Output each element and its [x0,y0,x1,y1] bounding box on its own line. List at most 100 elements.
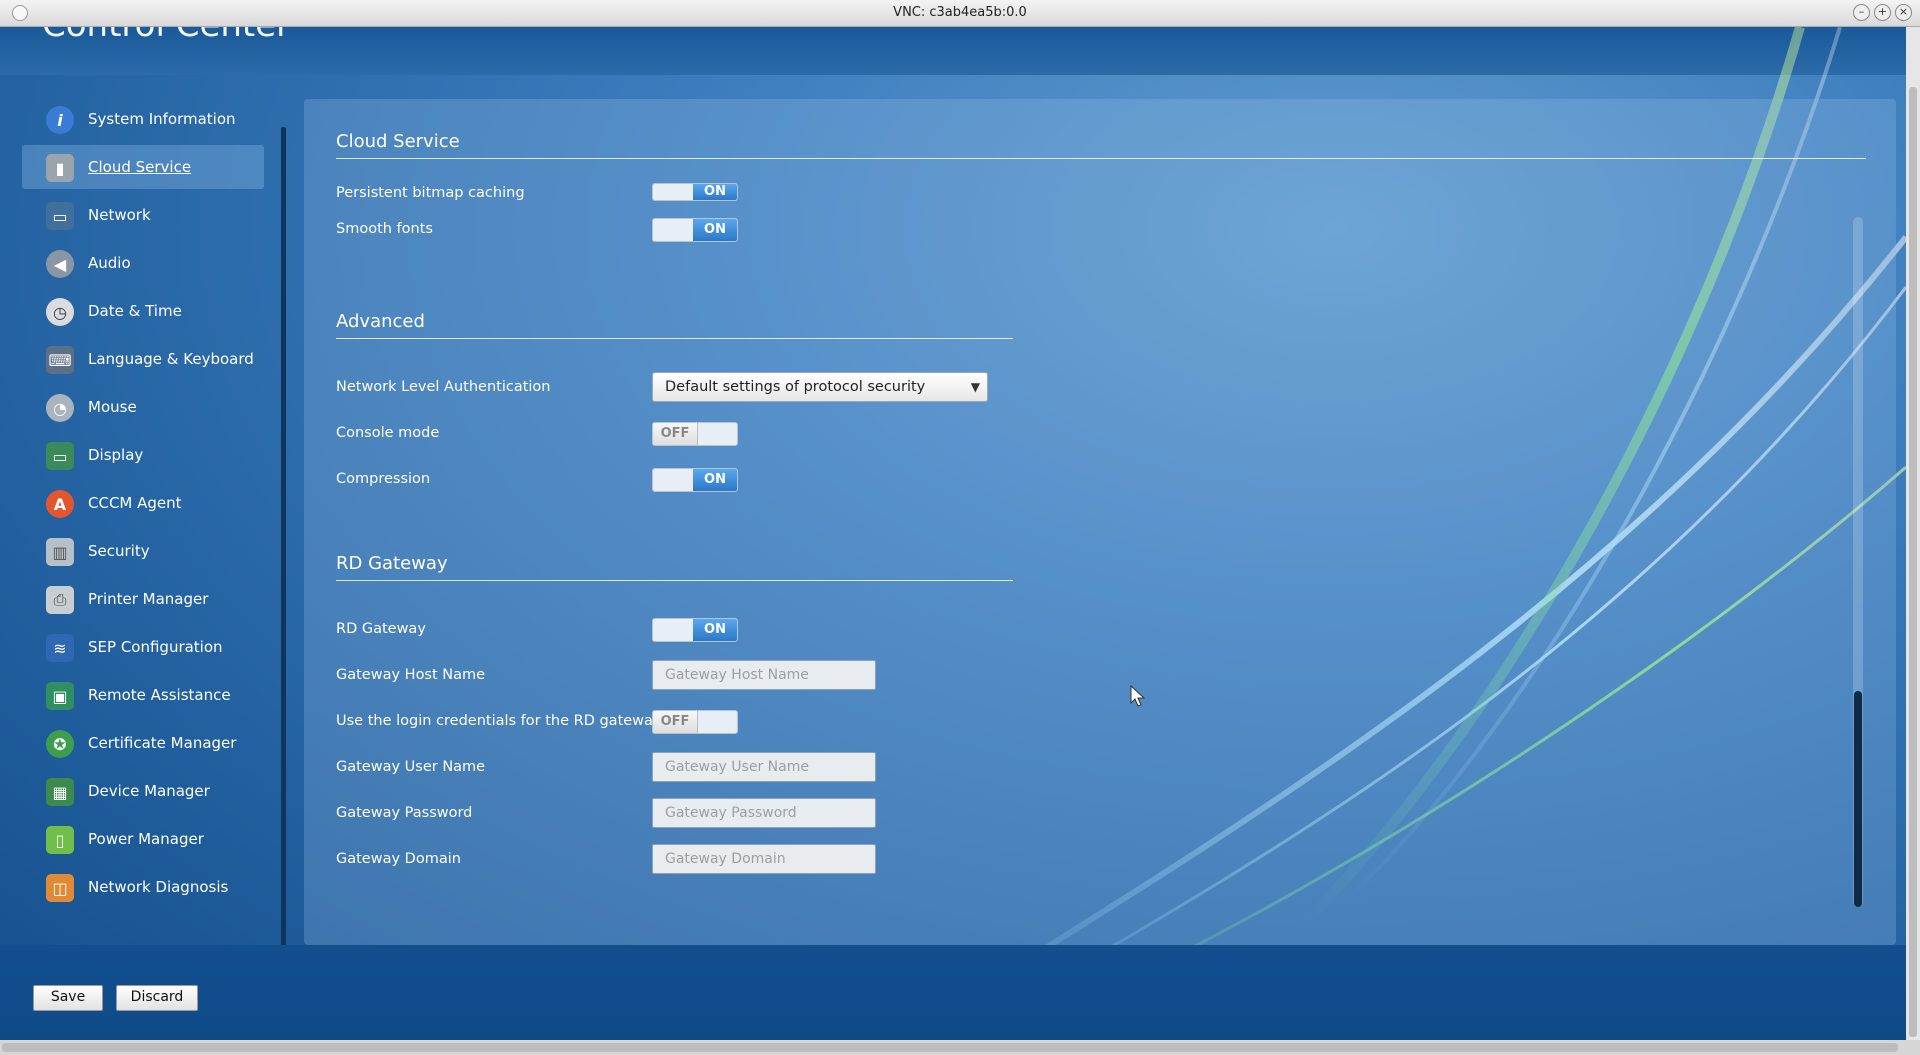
keyboard-icon: ⌨ [46,346,74,374]
sidebar-item-network-diagnosis[interactable]: ◫ Network Diagnosis [22,865,264,909]
close-icon[interactable]: × [1895,4,1912,21]
sidebar-item-network[interactable]: ▭ Network [22,193,264,237]
scrollbar-thumb[interactable] [1854,691,1862,907]
smooth-fonts-toggle[interactable]: ON [652,218,738,242]
save-button[interactable]: Save [33,985,103,1011]
gateway-domain-input[interactable] [652,844,876,874]
sidebar-item-printer-manager[interactable]: ⎙ Printer Manager [22,577,264,621]
gateway-password-input[interactable] [652,798,876,828]
sidebar-item-label: System Information [88,110,236,128]
nla-selected-value: Default settings of protocol security [665,379,926,395]
sidebar-item-remote-assistance[interactable]: ▣ Remote Assistance [22,673,264,717]
sidebar-item-label: Device Manager [88,782,210,800]
scrollbar-thumb[interactable] [2,1043,1898,1052]
sidebar-item-label: Date & Time [88,302,182,320]
network-icon: ▭ [46,202,74,230]
gateway-host-input[interactable] [652,660,876,690]
toggle-state: ON [693,469,737,491]
compression-toggle[interactable]: ON [652,468,738,492]
info-icon: i [46,106,74,134]
window-controls: – + × [1853,4,1912,21]
sidebar-item-sep-configuration[interactable]: ≋ SEP Configuration [22,625,264,669]
use-login-credentials-label: Use the login credentials for the RD gat… [336,713,662,729]
agent-icon: A [46,490,74,518]
content-scrollbar[interactable] [1853,217,1863,907]
page-title: Control Center [42,27,290,45]
maximize-icon[interactable]: + [1874,4,1891,21]
minimize-icon[interactable]: – [1853,4,1870,21]
sidebar-item-label: Power Manager [88,830,204,848]
use-login-credentials-toggle[interactable]: OFF [652,710,738,734]
sidebar-item-label: Security [88,542,150,560]
window-vertical-scrollbar[interactable] [1906,27,1920,1040]
sidebar-item-label: Remote Assistance [88,686,231,704]
sidebar-item-label: CCCM Agent [88,494,182,512]
cloud-service-icon: ▮ [46,154,74,182]
gateway-password-label: Gateway Password [336,805,473,821]
window-horizontal-scrollbar[interactable] [0,1040,1920,1055]
printer-icon: ⎙ [46,586,74,614]
smooth-fonts-label: Smooth fonts [336,221,433,237]
network-diagnosis-icon: ◫ [46,874,74,902]
nla-label: Network Level Authentication [336,379,551,395]
toggle-state: OFF [653,423,698,445]
sidebar-item-label: Network Diagnosis [88,878,229,896]
sidebar-item-language-keyboard[interactable]: ⌨ Language & Keyboard [22,337,264,381]
toggle-state: ON [693,184,737,200]
vnc-titlebar: VNC: c3ab4ea5b:0.0 – + × [0,0,1920,27]
toggle-state: ON [693,219,737,241]
section-divider [336,338,1013,339]
header-band: Control Center [0,27,1906,75]
toggle-state: ON [693,619,737,641]
sidebar-item-power-manager[interactable]: ▯ Power Manager [22,817,264,861]
sep-icon: ≋ [46,634,74,662]
sidebar-item-label: Display [88,446,144,464]
gateway-user-input[interactable] [652,752,876,782]
window-title: VNC: c3ab4ea5b:0.0 [893,5,1027,20]
sidebar-item-system-information[interactable]: i System Information [22,97,264,141]
section-title-cloud-service: Cloud Service [336,131,460,152]
sidebar-item-cccm-agent[interactable]: A CCCM Agent [22,481,264,525]
toggle-state: OFF [653,711,698,733]
sidebar-item-security[interactable]: ▥ Security [22,529,264,573]
scrollbar-thumb[interactable] [1909,87,1917,1037]
window-menu-icon[interactable] [12,5,28,21]
discard-button[interactable]: Discard [116,985,198,1011]
section-title-rd-gateway: RD Gateway [336,553,448,574]
persistent-bitmap-label: Persistent bitmap caching [336,185,525,201]
sidebar-item-label: Printer Manager [88,590,209,608]
sidebar-item-audio[interactable]: ◀ Audio [22,241,264,285]
speaker-icon: ◀ [46,250,74,278]
clock-icon: ◷ [46,298,74,326]
sidebar-item-display[interactable]: ▭ Display [22,433,264,477]
nla-select[interactable]: Default settings of protocol security ▼ [652,372,988,402]
settings-panel: Cloud Service Persistent bitmap caching … [304,99,1896,945]
rd-gateway-toggle[interactable]: ON [652,618,738,642]
sidebar-item-label: Cloud Service [88,158,192,176]
mouse-icon: ◔ [46,394,74,422]
gateway-domain-label: Gateway Domain [336,851,461,867]
gateway-host-label: Gateway Host Name [336,667,486,683]
device-icon: ▦ [46,778,74,806]
section-divider [336,580,1013,581]
sidebar-item-label: Network [88,206,151,224]
mouse-cursor-icon [1130,685,1146,707]
console-mode-toggle[interactable]: OFF [652,422,738,446]
control-center-window: Control Center i System Information [0,27,1906,1040]
sidebar-item-label: Mouse [88,398,137,416]
sidebar-item-device-manager[interactable]: ▦ Device Manager [22,769,264,813]
sidebar-item-label: SEP Configuration [88,638,223,656]
sidebar-scrollbar[interactable] [281,127,286,947]
sidebar-item-certificate-manager[interactable]: ✪ Certificate Manager [22,721,264,765]
sidebar-item-label: Language & Keyboard [88,350,254,368]
security-icon: ▥ [46,538,74,566]
persistent-bitmap-toggle[interactable]: ON [652,183,738,201]
display-icon: ▭ [46,442,74,470]
sidebar-item-date-time[interactable]: ◷ Date & Time [22,289,264,333]
section-divider [336,158,1866,159]
section-title-advanced: Advanced [336,311,425,332]
remote-assistance-icon: ▣ [46,682,74,710]
rd-gateway-label: RD Gateway [336,621,426,637]
sidebar-item-cloud-service[interactable]: ▮ Cloud Service [22,145,264,189]
sidebar-item-mouse[interactable]: ◔ Mouse [22,385,264,429]
